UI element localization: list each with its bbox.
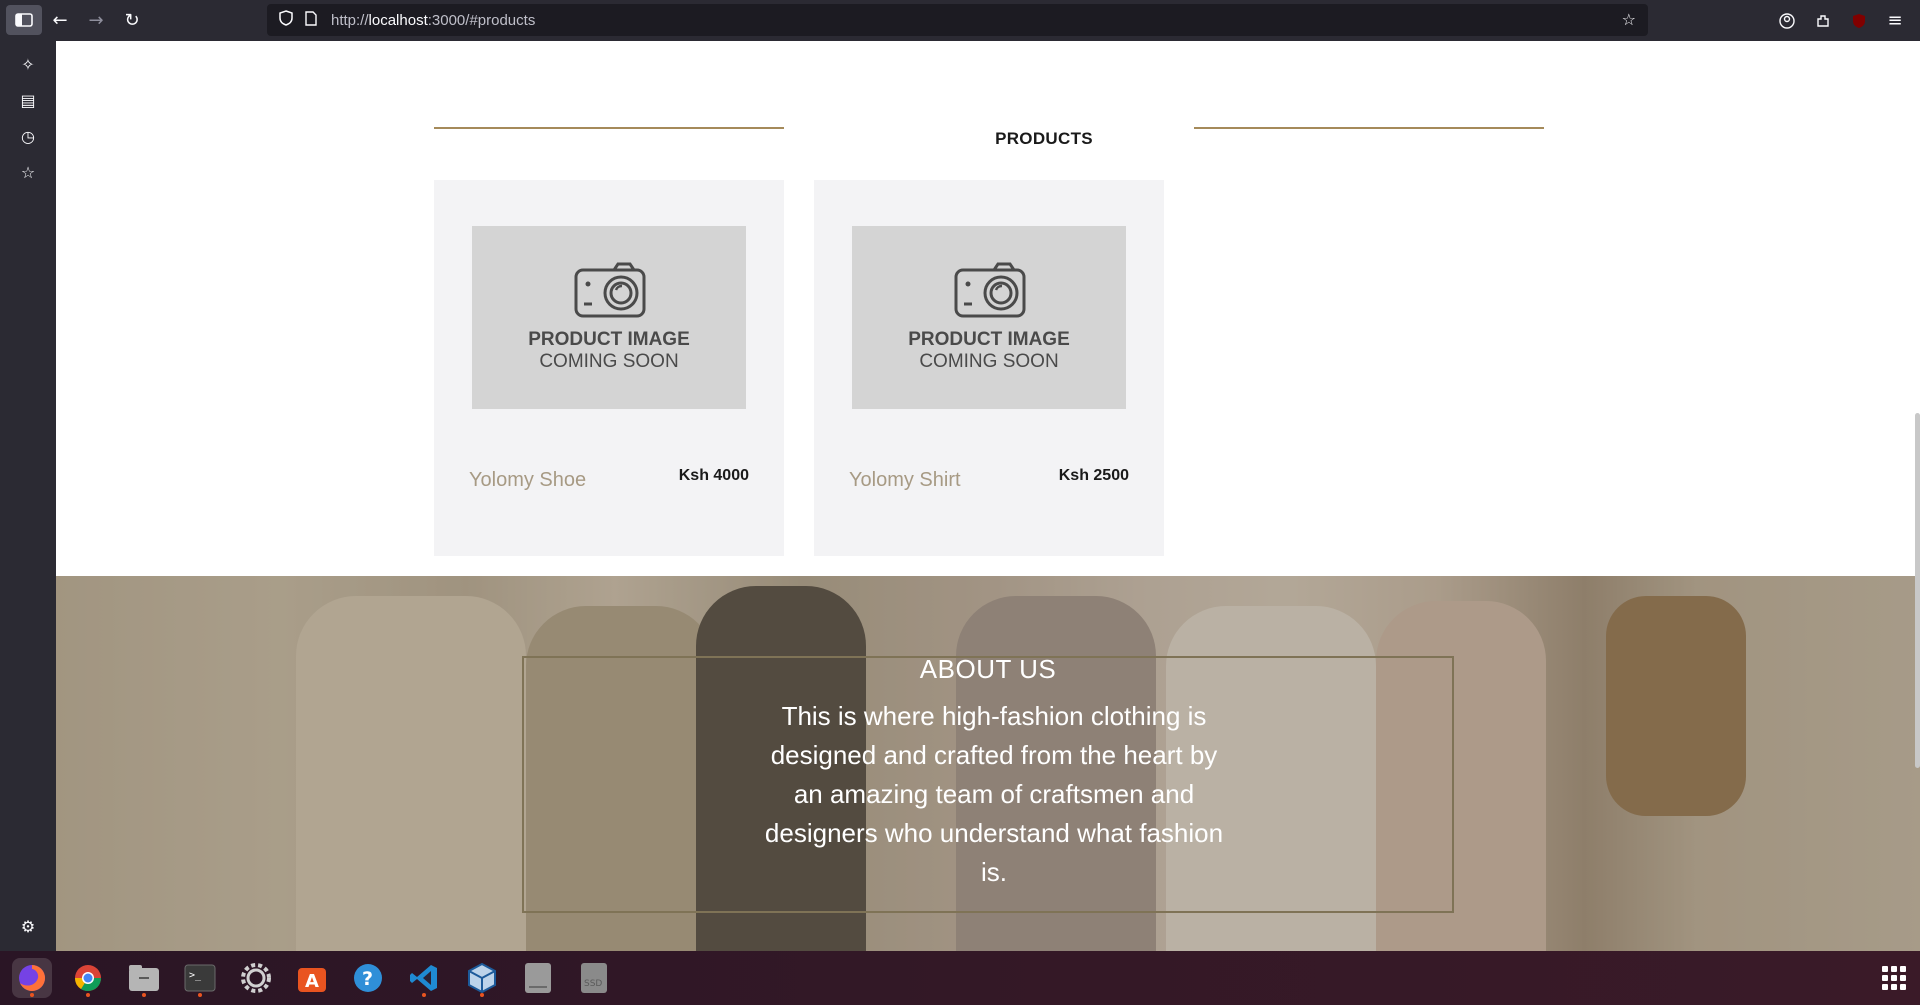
running-indicator: [480, 993, 484, 997]
back-icon[interactable]: ←: [42, 5, 78, 35]
terminal-icon[interactable]: >_: [180, 958, 220, 998]
header-line-left: [434, 127, 784, 129]
app-grid-icon[interactable]: [1882, 966, 1906, 990]
extensions-icon[interactable]: [1808, 6, 1838, 36]
running-indicator: [86, 993, 90, 997]
bookmark-star-icon[interactable]: ☆: [1622, 10, 1636, 29]
os-taskbar: >_ A ? SSD: [0, 951, 1920, 1005]
url-text: http://localhost:3000/#products: [331, 11, 536, 29]
ai-chat-icon[interactable]: ✧: [16, 53, 40, 77]
about-section: ABOUT US This is where high-fashion clot…: [56, 576, 1920, 951]
virtualbox-icon[interactable]: [462, 958, 502, 998]
reload-icon[interactable]: ↻: [114, 5, 150, 35]
image-caption-line2: COMING SOON: [919, 351, 1059, 372]
product-image-placeholder: PRODUCT IMAGE COMING SOON: [472, 226, 746, 409]
ssd-icon[interactable]: SSD: [574, 958, 614, 998]
firefox-icon[interactable]: [12, 958, 52, 998]
address-bar[interactable]: http://localhost:3000/#products ☆: [267, 4, 1648, 36]
product-card[interactable]: PRODUCT IMAGE COMING SOON Yolomy Shirt K…: [814, 180, 1164, 556]
ssd-label: SSD: [584, 979, 603, 989]
product-card[interactable]: PRODUCT IMAGE COMING SOON Yolomy Shoe Ks…: [434, 180, 784, 556]
web-page: PRODUCTS PRODUCT IMAGE COMING SOON Yolom…: [56, 41, 1920, 951]
shield-icon[interactable]: [279, 10, 305, 30]
product-price: Ksh 2500: [1058, 467, 1129, 484]
product-name[interactable]: Yolomy Shoe: [469, 469, 586, 492]
settings-icon[interactable]: [236, 958, 276, 998]
sidebar-toggle-icon[interactable]: [6, 5, 42, 35]
menu-icon[interactable]: ≡: [1880, 6, 1910, 36]
page-scrollbar[interactable]: [1915, 413, 1920, 768]
vscode-icon[interactable]: [404, 958, 444, 998]
image-caption-line2: COMING SOON: [539, 351, 679, 372]
disk-icon[interactable]: [518, 958, 558, 998]
ublock-icon[interactable]: [1844, 6, 1874, 36]
product-price: Ksh 4000: [678, 467, 749, 484]
image-caption-line1: PRODUCT IMAGE: [908, 329, 1070, 350]
history-icon[interactable]: ◷: [16, 125, 40, 149]
synced-tabs-icon[interactable]: ▤: [16, 89, 40, 113]
browser-sidebar: ✧ ▤ ◷ ☆ ⚙: [0, 41, 56, 951]
forward-icon[interactable]: →: [78, 5, 114, 35]
product-name[interactable]: Yolomy Shirt: [849, 469, 961, 492]
svg-text:>_: >_: [189, 970, 202, 981]
camera-icon: [574, 262, 646, 318]
browser-toolbar: ← → ↻ http://localhost:3000/#products ☆ …: [0, 0, 1920, 41]
help-icon[interactable]: ?: [348, 958, 388, 998]
running-indicator: [198, 993, 202, 997]
settings-gear-icon[interactable]: ⚙: [16, 915, 40, 939]
app-store-icon[interactable]: A: [292, 958, 332, 998]
account-icon[interactable]: [1772, 6, 1802, 36]
bookmarks-icon[interactable]: ☆: [16, 161, 40, 185]
camera-icon: [954, 262, 1026, 318]
header-line-right: [1194, 127, 1544, 129]
products-title: PRODUCTS: [995, 129, 1093, 148]
svg-text:?: ?: [362, 968, 373, 990]
chrome-icon[interactable]: [68, 958, 108, 998]
files-icon[interactable]: [124, 958, 164, 998]
svg-text:A: A: [305, 971, 319, 992]
product-image-placeholder: PRODUCT IMAGE COMING SOON: [852, 226, 1126, 409]
about-text: This is where high-fashion clothing is d…: [764, 701, 1224, 887]
about-title: ABOUT US: [919, 654, 1057, 684]
page-icon: [305, 10, 331, 30]
running-indicator: [142, 993, 146, 997]
running-indicator: [30, 993, 34, 997]
running-indicator: [422, 993, 426, 997]
image-caption-line1: PRODUCT IMAGE: [528, 329, 690, 350]
